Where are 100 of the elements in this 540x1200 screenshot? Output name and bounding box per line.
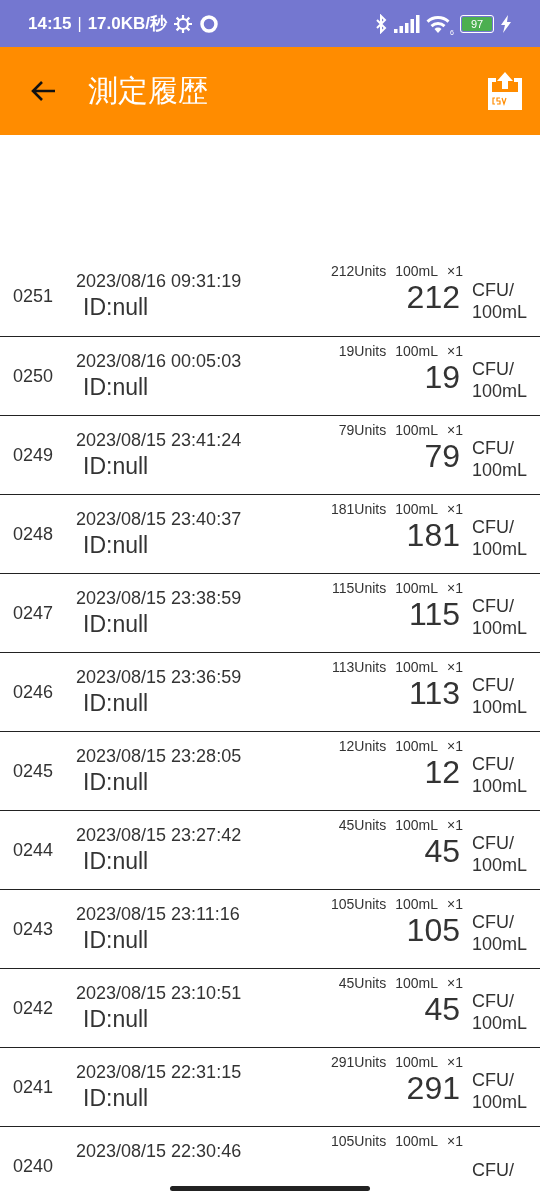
record-datetime: 2023/08/15 22:30:46 <box>76 1141 243 1162</box>
record-number: 0245 <box>13 760 55 782</box>
dilution-factor: ×1 <box>447 501 463 517</box>
unit-count: 19Units <box>338 343 387 359</box>
result-unit: 100mL <box>472 775 529 797</box>
sample-volume: 100mL <box>395 501 439 517</box>
signal-icon <box>394 14 420 33</box>
result-unit: 100mL <box>472 617 529 639</box>
separator: | <box>77 14 82 33</box>
result-value: 115 <box>409 596 460 633</box>
record-datetime: 2023/08/16 09:31:19 <box>76 271 243 292</box>
record-datetime: 2023/08/15 23:36:59 <box>76 667 243 688</box>
result-value: 212 <box>406 279 460 316</box>
record-datetime: 2023/08/15 23:27:42 <box>76 825 243 846</box>
lightning-icon <box>500 14 512 33</box>
record-id: ID:null <box>83 532 150 559</box>
result-value: 113 <box>409 675 460 712</box>
unit-count: 291Units <box>330 1054 387 1070</box>
result-value: 45 <box>424 833 460 870</box>
dilution-factor: ×1 <box>447 738 463 754</box>
record-id: ID:null <box>83 927 150 954</box>
record-number: 0244 <box>13 839 55 861</box>
result-value: 45 <box>424 991 460 1028</box>
sample-volume: 100mL <box>395 422 439 438</box>
result-unit: CFU/ <box>472 437 515 459</box>
result-unit: CFU/ <box>472 358 515 380</box>
sample-volume: 100mL <box>395 659 439 675</box>
sample-volume: 100mL <box>395 263 439 279</box>
record-datetime: 2023/08/15 22:31:15 <box>76 1062 243 1083</box>
record-id: ID:null <box>83 374 150 401</box>
dilution-factor: ×1 <box>447 422 463 438</box>
result-unit: CFU/ <box>472 1069 515 1091</box>
record-number: 0248 <box>13 523 55 545</box>
result-unit: 100mL <box>472 933 529 955</box>
dilution-factor: ×1 <box>447 580 463 596</box>
record-datetime: 2023/08/15 23:11:16 <box>76 904 241 925</box>
sample-volume: 100mL <box>395 896 439 912</box>
unit-count: 79Units <box>338 422 387 438</box>
result-value: 19 <box>424 359 460 396</box>
record-id: ID:null <box>83 690 150 717</box>
record-id: ID:null <box>83 611 150 638</box>
record-number: 0240 <box>13 1155 55 1177</box>
clock: 14:15 <box>28 13 72 34</box>
dilution-factor: ×1 <box>447 975 463 991</box>
record-datetime: 2023/08/15 23:41:24 <box>76 430 243 451</box>
result-value: 12 <box>424 754 460 791</box>
record-number: 0250 <box>13 365 55 387</box>
unit-count: 181Units <box>330 501 387 517</box>
unit-count: 113Units <box>332 659 387 675</box>
sample-volume: 100mL <box>395 343 439 359</box>
record-datetime: 2023/08/15 23:38:59 <box>76 588 243 609</box>
record-number: 0241 <box>13 1076 55 1098</box>
record-datetime: 2023/08/16 00:05:03 <box>76 351 243 372</box>
record-datetime: 2023/08/15 23:40:37 <box>76 509 243 530</box>
result-unit: CFU/ <box>472 516 515 538</box>
record-number: 0243 <box>13 918 55 940</box>
result-unit: 100mL <box>472 380 529 402</box>
record-id: ID:null <box>83 294 150 321</box>
csv-export-button[interactable] <box>486 70 524 112</box>
record-id: ID:null <box>83 1085 150 1112</box>
unit-count: 212Units <box>330 263 387 279</box>
result-value: 291 <box>406 1070 460 1107</box>
result-unit: 100mL <box>472 300 529 323</box>
dilution-factor: ×1 <box>447 263 463 279</box>
result-unit: CFU/ <box>472 832 515 854</box>
dilution-factor: ×1 <box>447 1133 463 1149</box>
sample-volume: 100mL <box>395 1054 439 1070</box>
dilution-factor: ×1 <box>447 659 463 675</box>
result-unit: CFU/ <box>472 911 515 933</box>
sample-volume: 100mL <box>395 580 439 596</box>
export-file-icon <box>486 70 524 112</box>
record-datetime: 2023/08/15 23:28:05 <box>76 746 243 767</box>
record-id: ID:null <box>83 1006 150 1033</box>
result-value: 105 <box>406 912 460 949</box>
result-unit: CFU/ <box>472 674 515 696</box>
sample-volume: 100mL <box>395 975 439 991</box>
unit-count: 45Units <box>338 975 387 991</box>
result-unit: CFU/ <box>472 595 515 617</box>
screen-title: 測定履歴 <box>88 72 209 109</box>
result-unit: CFU/ <box>472 753 515 775</box>
unit-count: 115Units <box>332 580 387 596</box>
dilution-factor: ×1 <box>447 896 463 912</box>
record-number: 0249 <box>13 444 55 466</box>
result-unit: 100mL <box>472 1012 529 1034</box>
record-id: ID:null <box>83 769 150 796</box>
unit-count: 105Units <box>330 1133 387 1149</box>
result-unit: CFU/ <box>472 1159 515 1181</box>
result-unit: 100mL <box>472 459 529 481</box>
record-datetime: 2023/08/15 23:10:51 <box>76 983 243 1004</box>
sample-volume: 100mL <box>395 817 439 833</box>
gear-icon <box>173 13 193 34</box>
result-unit: 100mL <box>472 696 529 718</box>
result-unit: 100mL <box>472 1091 529 1113</box>
bluetooth-icon <box>374 13 388 34</box>
unit-count: 45Units <box>338 817 387 833</box>
record-number: 0242 <box>13 997 55 1019</box>
sample-volume: 100mL <box>395 738 439 754</box>
record-id: ID:null <box>83 848 150 875</box>
record-number: 0247 <box>13 602 55 624</box>
unit-count: 105Units <box>330 896 387 912</box>
